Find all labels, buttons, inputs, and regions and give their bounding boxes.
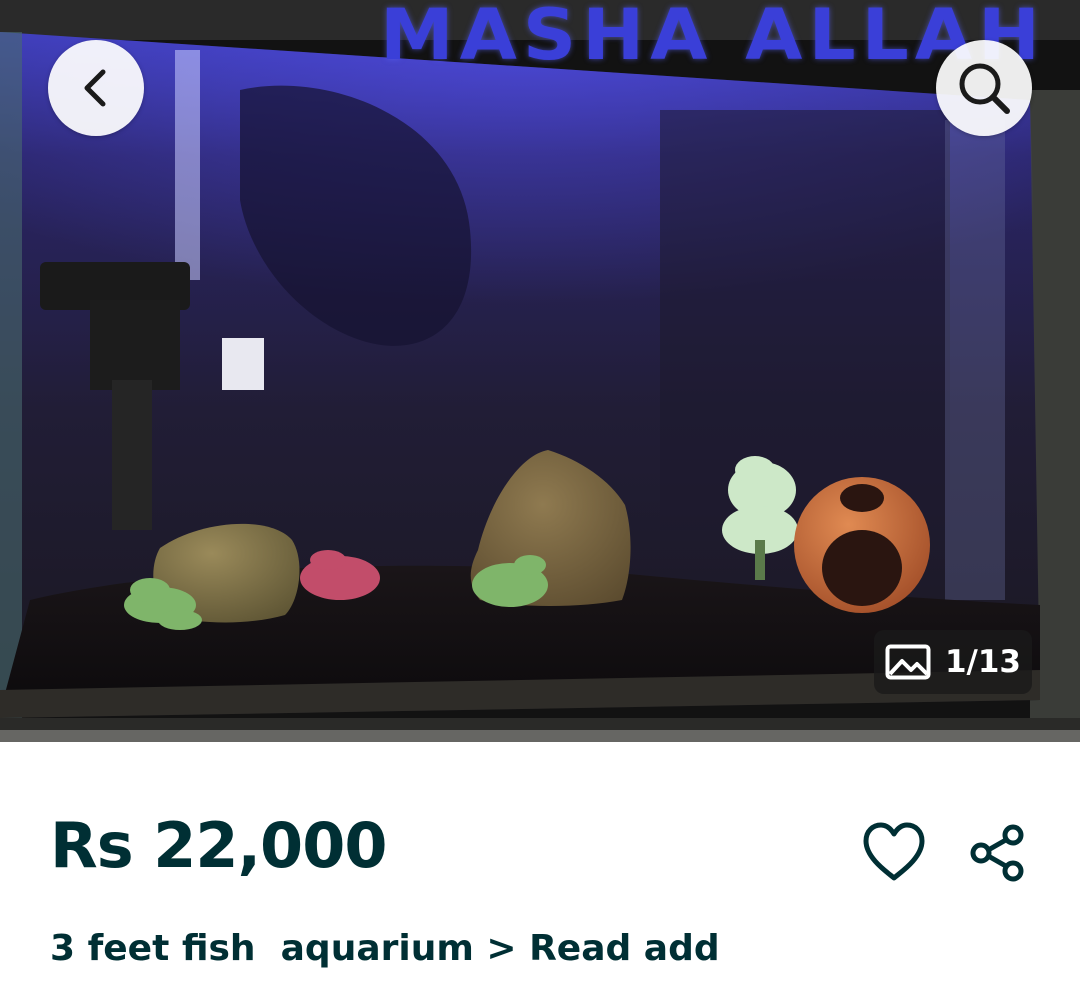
image-icon bbox=[885, 644, 931, 680]
share-icon bbox=[970, 824, 1024, 882]
chevron-left-icon bbox=[84, 69, 106, 107]
heart-icon bbox=[863, 822, 925, 881]
tank-backdrop-text: MASHA ALLAH bbox=[380, 0, 1046, 76]
favorite-button[interactable] bbox=[858, 816, 930, 888]
listing-title-link[interactable]: 3 feet fish aquarium > Read add bbox=[50, 922, 720, 976]
image-counter-badge: 1/13 bbox=[874, 630, 1032, 694]
share-button[interactable] bbox=[962, 818, 1032, 888]
back-button[interactable] bbox=[48, 40, 144, 136]
image-counter-text: 1/13 bbox=[944, 644, 1022, 680]
listing-photo-gallery[interactable]: MASHA ALLAH 1/13 bbox=[0, 0, 1080, 742]
search-button[interactable] bbox=[936, 40, 1032, 136]
search-icon bbox=[959, 63, 1010, 114]
listing-price: Rs 22,000 bbox=[50, 809, 387, 882]
